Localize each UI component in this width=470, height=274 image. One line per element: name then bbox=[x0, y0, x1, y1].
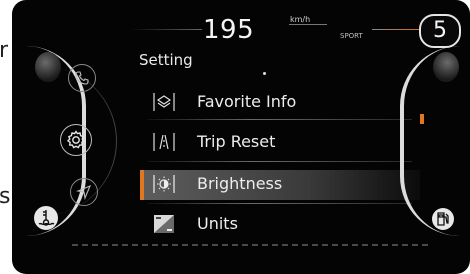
gear-divider bbox=[372, 29, 420, 30]
unit-divider bbox=[289, 24, 327, 25]
instrument-cluster-screen: 195 km/h SPORT 5 Setting Favorite Info T… bbox=[12, 0, 470, 274]
menu-item-units[interactable]: Units bbox=[140, 210, 420, 240]
fuel-pump-icon bbox=[432, 208, 454, 230]
menu-item-trip-reset[interactable]: Trip Reset bbox=[140, 128, 420, 158]
menu-title: Setting bbox=[139, 51, 193, 69]
menu-item-label: Favorite Info bbox=[197, 92, 297, 111]
speed-readout: 195 bbox=[203, 15, 255, 45]
menu-item-label: Units bbox=[197, 214, 238, 233]
phone-icon[interactable] bbox=[68, 64, 96, 92]
drive-mode: SPORT bbox=[340, 32, 363, 40]
speed-unit: km/h bbox=[290, 15, 311, 24]
selection-bar bbox=[140, 170, 144, 200]
units-icon bbox=[152, 213, 176, 235]
menu-item-label: Trip Reset bbox=[197, 132, 276, 151]
left-gauge-knob bbox=[35, 52, 61, 82]
menu-divider bbox=[147, 203, 412, 204]
navigation-arrow-icon[interactable] bbox=[70, 178, 98, 206]
indicator-dot bbox=[263, 72, 266, 75]
menu-item-brightness[interactable]: Brightness bbox=[140, 170, 420, 200]
coolant-temperature-icon bbox=[34, 206, 58, 230]
bottom-tick-strip bbox=[72, 244, 432, 246]
menu-item-label: Brightness bbox=[197, 174, 283, 193]
speed-divider bbox=[130, 29, 202, 30]
brightness-icon bbox=[152, 173, 176, 195]
settings-gear-icon[interactable] bbox=[60, 124, 92, 156]
edge-letter-bottom: s bbox=[0, 184, 11, 209]
menu-item-favorite-info[interactable]: Favorite Info bbox=[140, 88, 420, 118]
menu-divider bbox=[147, 119, 412, 120]
trip-reset-icon bbox=[152, 131, 176, 153]
menu-divider bbox=[147, 161, 412, 162]
gear-indicator: 5 bbox=[419, 14, 461, 48]
layers-icon bbox=[152, 91, 176, 113]
right-gauge-knob bbox=[433, 52, 459, 82]
edge-letter-top: r bbox=[0, 38, 9, 63]
fuel-level-marker bbox=[420, 114, 424, 124]
